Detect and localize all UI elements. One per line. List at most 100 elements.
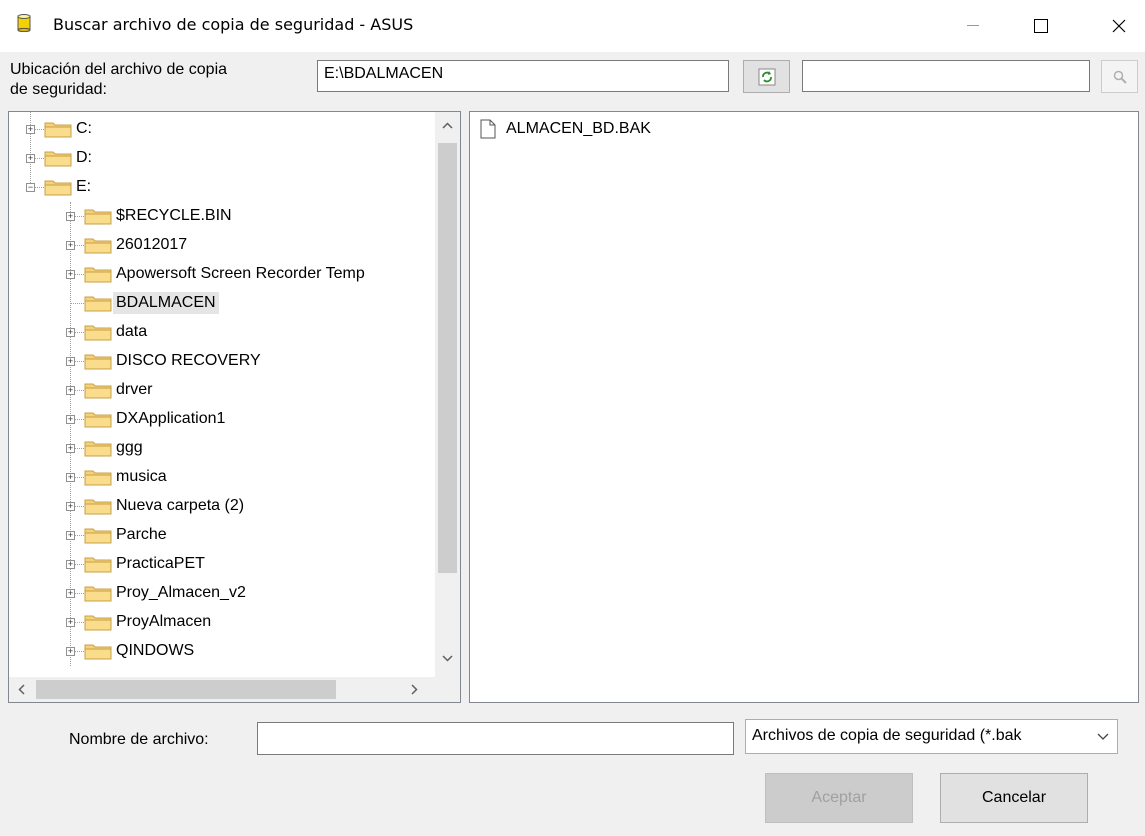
refresh-icon	[758, 68, 775, 85]
tree-item-label: DXApplication1	[116, 410, 226, 427]
tree-item[interactable]: + Parche	[9, 521, 435, 550]
scroll-up-icon[interactable]	[442, 122, 453, 129]
tree-horizontal-scroll-thumb[interactable]	[36, 680, 336, 699]
folder-icon	[44, 120, 72, 138]
expand-icon[interactable]: +	[66, 647, 75, 656]
location-path-input[interactable]: E:\BDALMACEN	[317, 60, 729, 92]
folder-tree[interactable]: + C: + D: − E: + $RECYCLE.BIN +26012017 + Apowerso…	[8, 111, 461, 703]
window-title: Buscar archivo de copia de seguridad - A…	[53, 15, 414, 34]
tree-item[interactable]: + D:	[9, 144, 435, 173]
tree-item-label: C:	[76, 120, 92, 137]
expand-icon[interactable]: +	[66, 560, 75, 569]
expand-icon[interactable]: +	[66, 618, 75, 627]
expand-icon[interactable]: +	[66, 502, 75, 511]
tree-item[interactable]: + musica	[9, 463, 435, 492]
file-item-label: ALMACEN_BD.BAK	[506, 120, 651, 137]
folder-icon	[84, 526, 112, 544]
maximize-icon	[1034, 19, 1048, 33]
tree-item[interactable]: + C:	[9, 115, 435, 144]
folder-icon	[44, 178, 72, 196]
tree-horizontal-scrollbar[interactable]	[9, 677, 435, 702]
file-list[interactable]: ALMACEN_BD.BAK	[469, 111, 1139, 703]
tree-item[interactable]: + $RECYCLE.BIN	[9, 202, 435, 231]
filename-label: Nombre de archivo:	[69, 731, 209, 748]
tree-item-label: 26012017	[116, 236, 188, 253]
tree-item[interactable]: + ProyAlmacen	[9, 608, 435, 637]
chevron-down-icon	[1097, 733, 1109, 740]
folder-icon	[84, 381, 112, 399]
folder-icon	[84, 613, 112, 631]
tree-item[interactable]: +26012017	[9, 231, 435, 260]
folder-icon	[44, 149, 72, 167]
expand-icon[interactable]: +	[66, 328, 75, 337]
search-button[interactable]	[1101, 60, 1138, 93]
tree-vertical-scroll-thumb[interactable]	[438, 143, 457, 573]
tree-item[interactable]: + ggg	[9, 434, 435, 463]
tree-item[interactable]: + PracticaPET	[9, 550, 435, 579]
scrollbar-corner	[435, 677, 460, 702]
refresh-button[interactable]	[743, 60, 790, 93]
tree-item-label: musica	[116, 468, 167, 485]
expand-icon[interactable]: +	[66, 270, 75, 279]
expand-icon[interactable]: +	[66, 415, 75, 424]
tree-item-label: data	[116, 323, 148, 340]
expand-icon[interactable]: +	[66, 531, 75, 540]
tree-item[interactable]: + DISCO RECOVERY	[9, 347, 435, 376]
tree-item[interactable]: + DXApplication1	[9, 405, 435, 434]
scroll-left-icon[interactable]	[18, 684, 25, 695]
folder-icon	[84, 497, 112, 515]
folder-icon	[84, 323, 112, 341]
location-label-line2: de seguridad:	[10, 81, 107, 98]
expand-icon[interactable]: +	[66, 589, 75, 598]
scroll-right-icon[interactable]	[411, 684, 418, 695]
tree-item[interactable]: + Apowersoft Screen Recorder Temp	[9, 260, 435, 289]
tree-item[interactable]: + Proy_Almacen_v2	[9, 579, 435, 608]
expand-icon[interactable]: +	[26, 125, 35, 134]
folder-icon	[84, 555, 112, 573]
collapse-icon[interactable]: −	[26, 183, 35, 192]
expand-icon[interactable]: +	[66, 241, 75, 250]
folder-icon	[84, 294, 112, 312]
expand-icon[interactable]: +	[66, 212, 75, 221]
expand-icon[interactable]: +	[66, 444, 75, 453]
tree-item-label: drver	[116, 381, 153, 398]
title-bar: Buscar archivo de copia de seguridad - A…	[0, 0, 1145, 52]
folder-icon	[84, 410, 112, 428]
folder-icon	[84, 236, 112, 254]
expand-icon[interactable]: +	[66, 473, 75, 482]
close-icon	[1112, 19, 1126, 33]
search-input[interactable]	[802, 60, 1090, 92]
tree-item[interactable]: + data	[9, 318, 435, 347]
tree-item-label: BDALMACEN	[113, 292, 219, 314]
folder-icon	[84, 207, 112, 225]
tree-item[interactable]: + Nueva carpeta (2)	[9, 492, 435, 521]
file-type-selected-value: Archivos de copia de seguridad (*.bak	[752, 727, 1022, 744]
minimize-icon	[967, 25, 979, 26]
expand-icon[interactable]: +	[26, 154, 35, 163]
filename-input[interactable]	[257, 722, 734, 755]
folder-icon	[84, 642, 112, 660]
accept-button[interactable]: Aceptar	[765, 773, 913, 823]
minimize-button[interactable]	[950, 0, 996, 52]
cancel-button[interactable]: Cancelar	[940, 773, 1088, 823]
expand-icon[interactable]: +	[66, 386, 75, 395]
scroll-down-icon[interactable]	[442, 655, 453, 662]
folder-icon	[84, 265, 112, 283]
tree-item-label: E:	[76, 178, 92, 195]
close-button[interactable]	[1096, 0, 1142, 52]
tree-item[interactable]: − E:	[9, 173, 435, 202]
folder-icon	[84, 352, 112, 370]
tree-item[interactable]: + drver	[9, 376, 435, 405]
tree-item-label: PracticaPET	[116, 555, 205, 572]
expand-icon[interactable]: +	[66, 357, 75, 366]
file-type-select[interactable]: Archivos de copia de seguridad (*.bak	[745, 719, 1118, 754]
tree-item-label: ggg	[116, 439, 143, 456]
tree-item-label: $RECYCLE.BIN	[116, 207, 232, 224]
tree-item-label: Proy_Almacen_v2	[116, 584, 246, 601]
maximize-button[interactable]	[1018, 0, 1064, 52]
tree-item[interactable]: + QINDOWS	[9, 637, 435, 666]
tree-item-label: Parche	[116, 526, 167, 543]
tree-vertical-scrollbar[interactable]	[435, 112, 460, 677]
tree-item[interactable]: BDALMACEN	[9, 289, 435, 318]
file-item[interactable]: ALMACEN_BD.BAK	[480, 117, 651, 141]
